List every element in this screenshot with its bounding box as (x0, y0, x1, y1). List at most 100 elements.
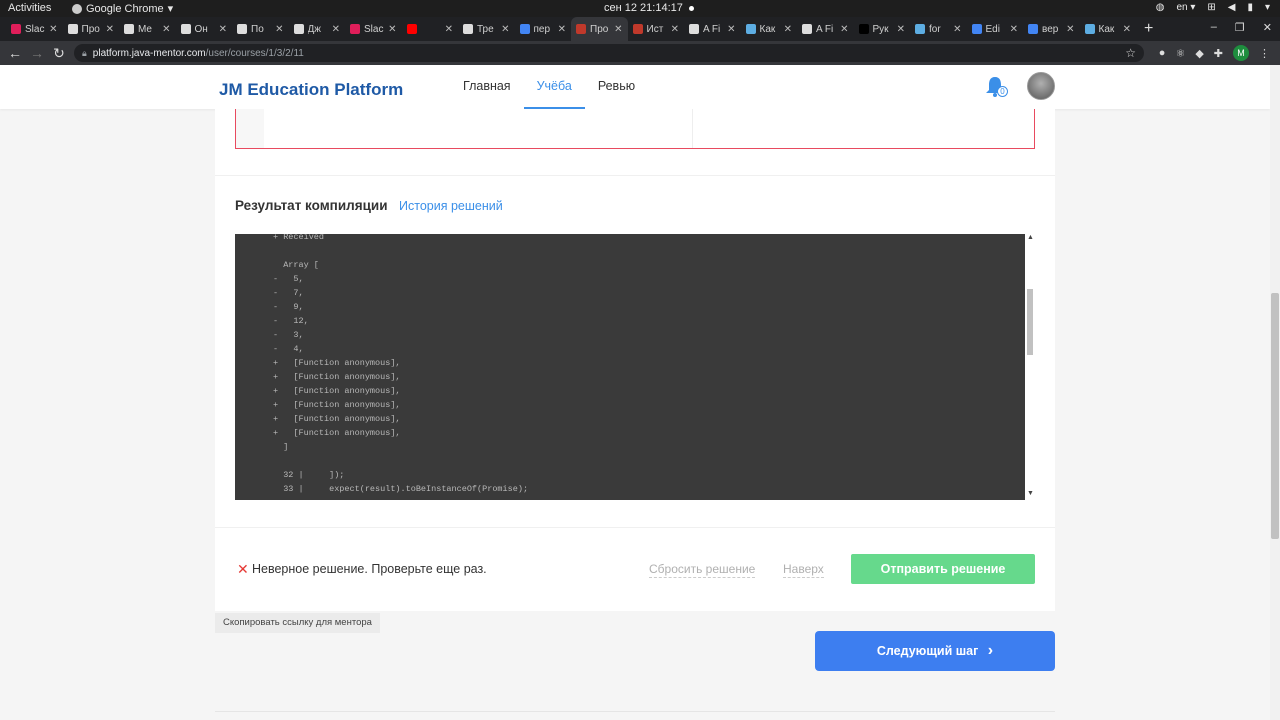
main-nav: Главная Учёба Ревью (450, 65, 648, 109)
profile-avatar[interactable]: M (1233, 45, 1249, 61)
site-logo[interactable]: JM Education Platform (219, 80, 403, 100)
user-avatar[interactable] (1027, 72, 1055, 100)
volume-icon: ◀ (1227, 2, 1236, 13)
scroll-up-icon[interactable]: ▲ (1027, 234, 1034, 241)
tab-favicon-icon (802, 24, 812, 34)
back-icon[interactable]: ← (4, 45, 26, 61)
browser-tab[interactable]: Он ✕ (176, 17, 233, 41)
close-icon[interactable]: ✕ (1123, 24, 1131, 35)
clock-text: сен 12 21:14:17 (604, 2, 683, 14)
tab-favicon-icon (237, 24, 247, 34)
browser-tab[interactable]: Me ✕ (119, 17, 176, 41)
reset-solution-button[interactable]: Сбросить решение (649, 562, 756, 578)
close-icon[interactable]: ✕ (784, 24, 792, 35)
close-icon[interactable]: ✕ (49, 24, 57, 35)
language-selector[interactable]: en ▾ (1176, 2, 1195, 13)
browser-tab[interactable]: Как ✕ (741, 17, 798, 41)
tab-label: Slac (25, 23, 45, 35)
close-icon[interactable]: ✕ (727, 24, 735, 35)
compilation-output-text: + Received Array [ - 5, - 7, - 9, - 12, … (273, 234, 529, 494)
browser-tab[interactable]: По ✕ (232, 17, 289, 41)
browser-tab[interactable]: A Fi ✕ (684, 17, 741, 41)
close-icon[interactable]: ✕ (388, 24, 396, 35)
close-icon[interactable]: ✕ (275, 24, 283, 35)
close-icon[interactable]: ✕ (106, 24, 114, 35)
scroll-top-button[interactable]: Наверх (783, 562, 824, 578)
browser-tab[interactable]: Edi ✕ (967, 17, 1024, 41)
tab-favicon-icon (463, 24, 473, 34)
activities-button[interactable]: Activities (8, 2, 51, 14)
page-scrollbar-thumb[interactable] (1271, 293, 1279, 539)
extensions-area: ● ⚛ ◆ ✚ M ⋮ (1159, 45, 1270, 61)
copy-mentor-link-button[interactable]: Скопировать ссылку для ментора (215, 613, 380, 633)
reload-icon[interactable]: ↻ (48, 45, 70, 62)
minimize-icon[interactable]: – (1211, 21, 1217, 34)
scroll-down-icon[interactable]: ▼ (1027, 490, 1034, 497)
lock-icon[interactable]: 🔒︎ (82, 48, 87, 59)
browser-tab[interactable]: Slac ✕ (6, 17, 63, 41)
close-icon[interactable]: ✕ (953, 24, 961, 35)
forward-icon[interactable]: → (26, 45, 48, 61)
notifications-button[interactable]: 0 (985, 76, 1008, 103)
close-icon[interactable]: ✕ (1066, 24, 1074, 35)
restore-icon[interactable]: ❐ (1235, 21, 1245, 34)
submit-solution-button[interactable]: Отправить решение (851, 554, 1035, 584)
tab-label: пер (533, 23, 551, 35)
tab-favicon-icon (11, 24, 21, 34)
new-tab-button[interactable]: + (1136, 17, 1161, 41)
browser-tab[interactable]: Ист ✕ (628, 17, 685, 41)
nav-learning[interactable]: Учёба (523, 65, 585, 109)
code-editor[interactable] (235, 109, 1035, 149)
browser-tab[interactable]: Про ✕ (571, 17, 628, 41)
browser-tab[interactable]: Как ✕ (1080, 17, 1137, 41)
bookmark-star-icon[interactable]: ☆ (1125, 46, 1136, 60)
clock[interactable]: сен 12 21:14:17 (604, 2, 694, 14)
browser-tab[interactable]: Тре ✕ (458, 17, 515, 41)
extension-tray-icon[interactable]: ◍ (1156, 2, 1165, 13)
close-window-icon[interactable]: ✕ (1263, 21, 1272, 34)
tab-label: Про (81, 23, 100, 35)
extension-icon[interactable]: ◆ (1195, 47, 1203, 60)
tab-favicon-icon (180, 24, 191, 34)
react-devtools-icon[interactable]: ⚛ (1175, 47, 1185, 60)
browser-tab[interactable]: вер ✕ (1023, 17, 1080, 41)
url-host: platform.java-mentor.com (92, 47, 206, 59)
browser-tab[interactable]: пер ✕ (515, 17, 572, 41)
close-icon[interactable]: ✕ (671, 24, 679, 35)
close-icon[interactable]: ✕ (614, 24, 622, 35)
solution-history-link[interactable]: История решений (399, 199, 503, 213)
browser-tab[interactable]: Slac ✕ (345, 17, 402, 41)
compilation-title: Результат компиляции (235, 198, 388, 213)
error-message: Неверное решение. Проверьте еще раз. (252, 562, 487, 576)
close-icon[interactable]: ✕ (897, 24, 905, 35)
page-scrollbar[interactable] (1270, 65, 1280, 720)
close-icon[interactable]: ✕ (840, 24, 848, 35)
extension-icon[interactable]: ● (1159, 47, 1166, 59)
close-icon[interactable]: ✕ (219, 24, 227, 35)
output-scrollbar-thumb[interactable] (1027, 289, 1033, 355)
close-icon[interactable]: ✕ (1010, 24, 1018, 35)
close-icon[interactable]: ✕ (332, 24, 340, 35)
close-icon[interactable]: ✕ (558, 24, 566, 35)
puzzle-extensions-icon[interactable]: ✚ (1214, 47, 1223, 60)
close-icon[interactable]: ✕ (501, 24, 509, 35)
nav-review[interactable]: Ревью (585, 65, 648, 109)
close-icon[interactable]: ✕ (445, 24, 453, 35)
nav-home[interactable]: Главная (450, 65, 524, 109)
browser-tab[interactable]: A Fi ✕ (797, 17, 854, 41)
system-tray[interactable]: ◍ en ▾ ⊞ ◀ ▮ ▾ (1156, 2, 1270, 13)
close-icon[interactable]: ✕ (162, 24, 170, 35)
browser-tab[interactable]: Рук ✕ (854, 17, 911, 41)
compilation-output[interactable]: + Received Array [ - 5, - 7, - 9, - 12, … (235, 234, 1025, 500)
output-scrollbar[interactable]: ▲ ▼ (1025, 234, 1035, 500)
address-bar[interactable]: 🔒︎ platform.java-mentor.com /user/course… (74, 44, 1144, 62)
browser-tab[interactable]: ✕ (402, 17, 459, 41)
browser-tab[interactable]: Про ✕ (63, 17, 120, 41)
browser-menu-icon[interactable]: ⋮ (1259, 47, 1270, 60)
app-menu[interactable]: Google Chrome ▾ (72, 2, 173, 15)
footer-divider (215, 711, 1055, 712)
browser-tab[interactable]: for ✕ (910, 17, 967, 41)
next-step-button[interactable]: Следующий шаг › (815, 631, 1055, 671)
browser-tab[interactable]: Дж ✕ (289, 17, 346, 41)
tab-favicon-icon (576, 24, 586, 34)
